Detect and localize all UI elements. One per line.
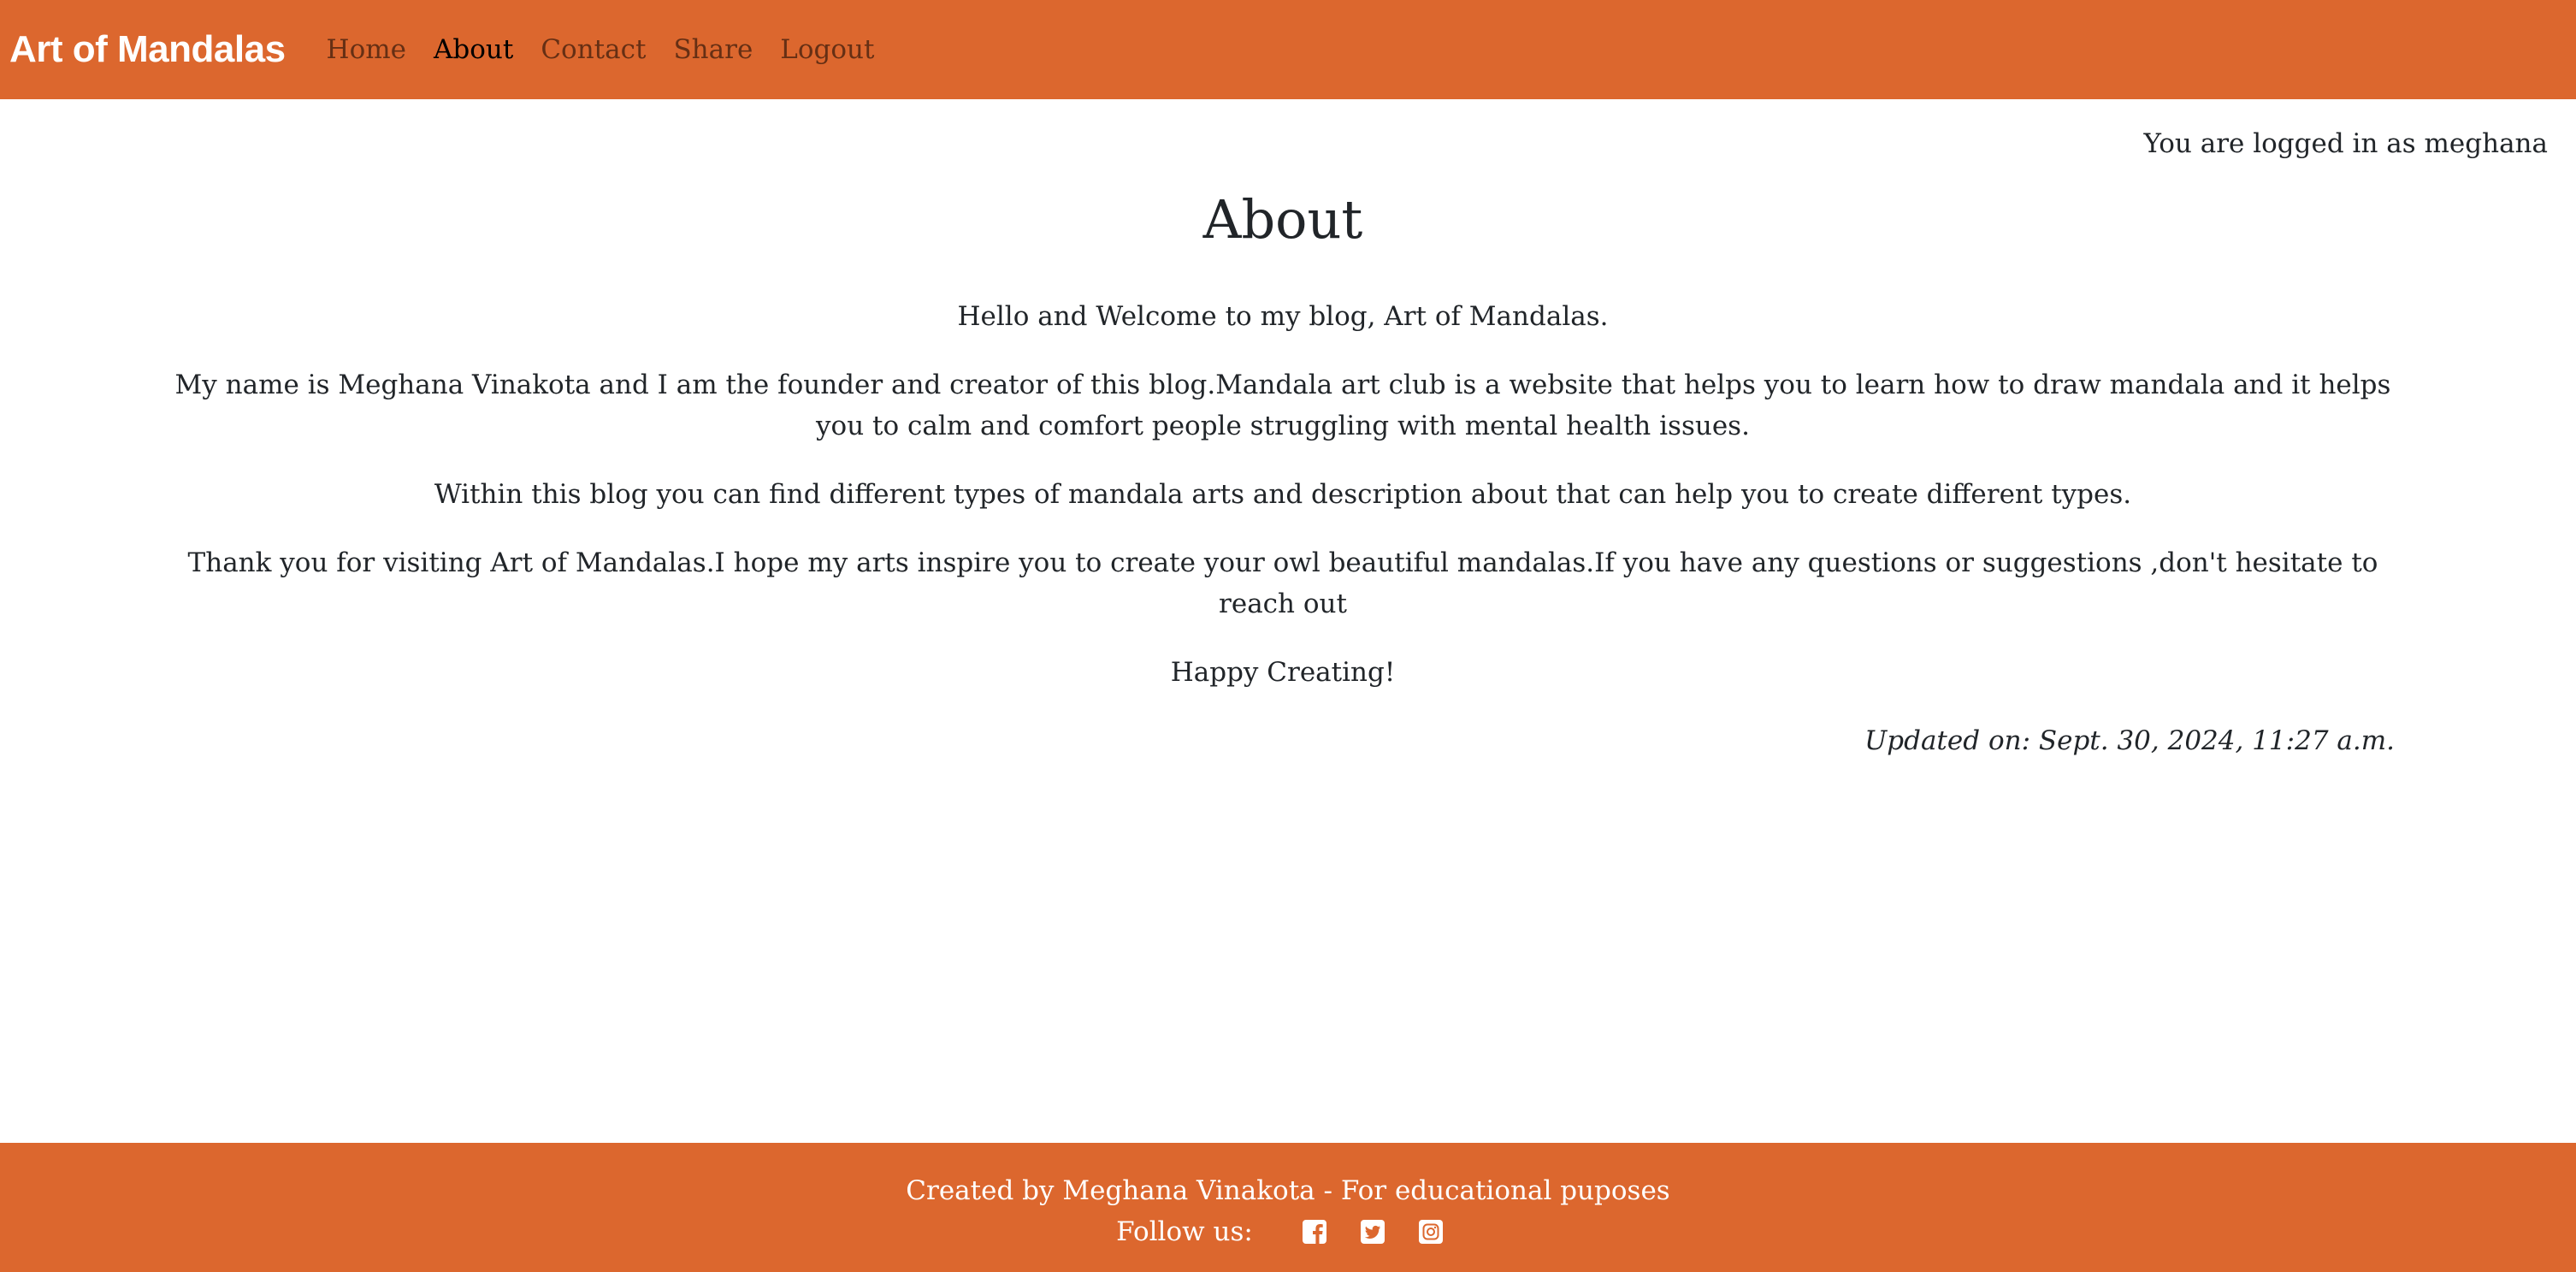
updated-timestamp: Updated on: Sept. 30, 2024, 11:27 a.m. (1864, 725, 2395, 757)
follow-row: Follow us: (0, 1211, 2576, 1252)
navbar: Art of Mandalas Home About Contact Share… (0, 0, 2576, 99)
page: Art of Mandalas Home About Contact Share… (0, 0, 2576, 1272)
blog-content-paragraph: Within this blog you can find different … (434, 479, 2132, 511)
intro-paragraph: Hello and Welcome to my blog, Art of Man… (957, 301, 1609, 333)
facebook-icon[interactable] (1302, 1219, 1327, 1245)
nav-links: Home About Contact Share Logout (327, 34, 902, 65)
brand-logo-link[interactable]: Art of Mandalas (9, 28, 286, 71)
thank-you-paragraph: Thank you for visiting Art of Mandalas.I… (187, 547, 2378, 620)
nav-link-share[interactable]: Share (673, 34, 753, 65)
instagram-icon[interactable] (1418, 1219, 1444, 1245)
footer: Created by Meghana Vinakota - For educat… (0, 1143, 2576, 1272)
nav-link-logout[interactable]: Logout (780, 34, 874, 65)
main-content: About Hello and Welcome to my blog, Art … (171, 188, 2395, 761)
follow-label: Follow us: (1116, 1216, 1253, 1247)
page-title: About (1202, 188, 1363, 251)
nav-link-home[interactable]: Home (327, 34, 406, 65)
nav-link-about[interactable]: About (434, 34, 513, 65)
closing-paragraph: Happy Creating! (1170, 657, 1396, 689)
footer-credit: Created by Meghana Vinakota - For educat… (906, 1175, 1670, 1206)
twitter-icon[interactable] (1360, 1219, 1385, 1245)
login-status: You are logged in as meghana (2143, 128, 2548, 159)
nav-link-contact[interactable]: Contact (541, 34, 646, 65)
founder-paragraph: My name is Meghana Vinakota and I am the… (174, 370, 2391, 442)
